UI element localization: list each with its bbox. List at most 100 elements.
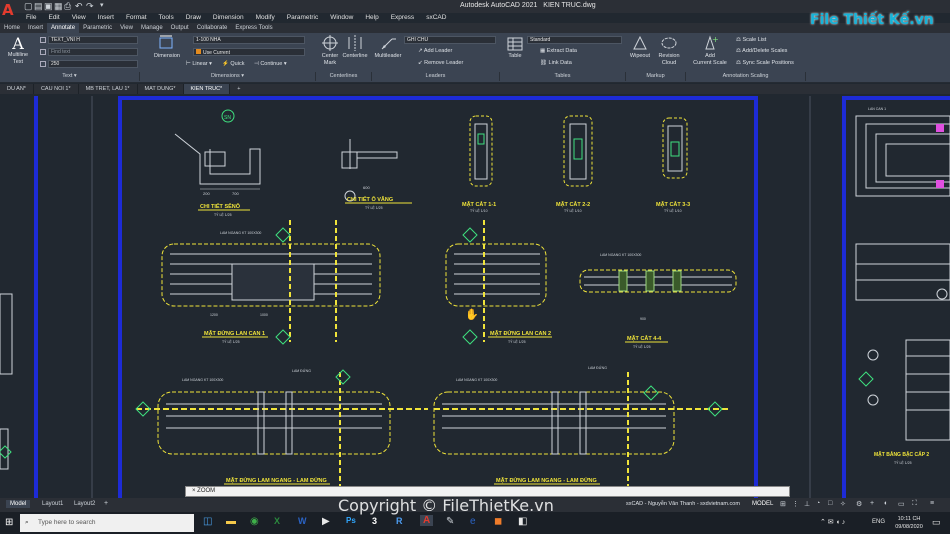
linear-button[interactable]: ⊢ Linear ▾ (186, 61, 212, 67)
text-height-input[interactable]: 250 (48, 60, 138, 68)
doc-tab-cau-noi[interactable]: CAU NOI 1* (34, 84, 79, 94)
pen-icon[interactable]: ✎ (446, 516, 454, 527)
center-mark-button[interactable]: Center Mark (319, 35, 341, 67)
menu-tools[interactable]: Tools (153, 13, 180, 23)
app-orange-icon[interactable]: ◼ (494, 516, 502, 527)
doc-tab-du-an[interactable]: DU AN* (0, 84, 34, 94)
menu-window[interactable]: Window (324, 13, 359, 23)
wipeout-button[interactable]: Wipeout (627, 35, 653, 59)
doc-tab-mat-dung[interactable]: MAT DUNG* (138, 84, 184, 94)
customize-icon[interactable]: ≡ (930, 500, 934, 507)
clock[interactable]: 10:11 CH 09/08/2020 (890, 515, 928, 531)
notification-icon[interactable]: ▭ (932, 517, 941, 528)
excel-icon[interactable]: X (274, 516, 280, 526)
osnap-icon[interactable]: □ (828, 500, 832, 507)
layout1-tab[interactable]: Layout1 (40, 500, 65, 508)
print-icon[interactable]: ⎙ (64, 1, 71, 12)
quick-button[interactable]: ⚡ Quick (222, 61, 244, 67)
hardware-icon[interactable]: ▭ (898, 500, 905, 508)
ie-icon[interactable]: e (470, 516, 476, 527)
snap-icon[interactable]: ⋮ (792, 500, 799, 508)
table-button[interactable]: Table (505, 37, 525, 59)
new-file-icon[interactable]: ▢ (24, 1, 33, 12)
clean-screen-icon[interactable]: ⛶ (912, 500, 917, 508)
drawing-canvas[interactable]: SN 200 700 CHI TIẾT SÊNÔ TỶ LỆ 1/25 600 … (0, 94, 950, 498)
text-style-select[interactable]: TEXT_VNI H (48, 36, 138, 44)
task-view-icon[interactable]: ◫ (203, 516, 212, 527)
menu-sxcad[interactable]: sxCAD (420, 13, 452, 23)
multileader-button[interactable]: Multileader (373, 35, 403, 59)
tab-parametric[interactable]: Parametric (79, 23, 116, 33)
drawing-svg[interactable]: SN 200 700 CHI TIẾT SÊNÔ TỶ LỆ 1/25 600 … (0, 94, 950, 498)
language-indicator[interactable]: ENG (872, 519, 885, 525)
tab-home[interactable]: Home (0, 23, 24, 33)
layout2-tab[interactable]: Layout2 (72, 500, 97, 508)
dimension-button[interactable]: Dimension (152, 35, 182, 59)
menu-file[interactable]: File (20, 13, 42, 23)
tab-manage[interactable]: Manage (137, 23, 167, 33)
dim-layer-select[interactable]: Use Current (193, 48, 305, 56)
doc-tab-kien-truc[interactable]: KIEN TRUC* (183, 84, 231, 94)
tables-group-label[interactable]: Tables (500, 72, 626, 81)
tray-icons[interactable]: ⌃ ✉ ◖ ♪ (820, 518, 845, 526)
save-icon[interactable]: ▣ (44, 1, 53, 12)
multiline-text-button[interactable]: A Multiline Text (4, 35, 32, 66)
menu-express[interactable]: Express (385, 13, 420, 23)
polar-icon[interactable]: ◔ (816, 500, 820, 507)
text-group-label[interactable]: Text ▾ (0, 72, 140, 81)
new-tab-icon[interactable]: + (230, 84, 247, 94)
tab-annotate[interactable]: Annotate (47, 23, 80, 33)
open-file-icon[interactable]: ▤ (34, 1, 43, 12)
add-leader-button[interactable]: ↗ Add Leader (418, 48, 452, 54)
photoshop-icon[interactable]: Ps (346, 516, 356, 525)
model-space-toggle[interactable]: MODEL (752, 501, 773, 507)
isolate-icon[interactable]: ◐ (884, 500, 888, 507)
leader-style-select[interactable]: GHI CHU (404, 36, 496, 44)
continue-button[interactable]: ⊣ Continue ▾ (254, 61, 287, 67)
tab-view[interactable]: View (116, 23, 137, 33)
workspace-icon[interactable]: ⚙ (856, 500, 862, 508)
taskbar-search-input[interactable]: ⌕ Type here to search (20, 514, 194, 532)
link-data-button[interactable]: ⛓ Link Data (540, 60, 572, 66)
scale-list-button[interactable]: ⚖ Scale List (736, 37, 766, 43)
chrome-icon[interactable]: ◉ (250, 516, 259, 527)
word-icon[interactable]: W (298, 516, 307, 526)
menu-help[interactable]: Help (359, 13, 384, 23)
sync-scale-positions-button[interactable]: ⚖ Sync Scale Positions (736, 60, 794, 66)
quick-access-dropdown-icon[interactable]: ▾ (100, 1, 104, 9)
annotation-icon[interactable]: ✧ (840, 500, 846, 508)
add-layout-icon[interactable]: + (104, 500, 108, 507)
leaders-group-label[interactable]: Leaders (372, 72, 500, 81)
save-as-icon[interactable]: ▦ (54, 1, 63, 12)
3dsmax-icon[interactable]: 3 (372, 516, 377, 526)
tab-output[interactable]: Output (167, 23, 193, 33)
menu-format[interactable]: Format (120, 13, 153, 23)
menu-edit[interactable]: Edit (42, 13, 65, 23)
autocad-taskbar-icon[interactable]: A (420, 515, 434, 526)
undo-icon[interactable]: ↶ (75, 1, 83, 12)
table-style-select[interactable]: Standard (527, 36, 622, 44)
menu-view[interactable]: View (66, 13, 92, 23)
ortho-icon[interactable]: ⊥ (804, 500, 810, 508)
tab-express-tools[interactable]: Express Tools (231, 23, 276, 33)
redo-icon[interactable]: ↷ (86, 1, 94, 12)
remove-leader-button[interactable]: ↙ Remove Leader (418, 60, 463, 66)
tab-collaborate[interactable]: Collaborate (193, 23, 232, 33)
units-icon[interactable]: + (870, 500, 874, 507)
find-text-input[interactable]: Find text (48, 48, 138, 56)
dim-style-select[interactable]: 1-100 NHA (193, 36, 305, 44)
add-current-scale-button[interactable]: + Add Current Scale (692, 35, 728, 67)
doc-tab-mb-tret[interactable]: MB TRET, LAU 1* (79, 84, 138, 94)
tab-insert[interactable]: Insert (24, 23, 47, 33)
media-icon[interactable]: ▶ (322, 516, 330, 527)
revision-cloud-button[interactable]: Revision Cloud (655, 35, 683, 67)
menu-parametric[interactable]: Parametric (281, 13, 324, 23)
grid-icon[interactable]: ⊞ (780, 500, 786, 508)
menu-dimension[interactable]: Dimension (207, 13, 250, 23)
menu-modify[interactable]: Modify (250, 13, 281, 23)
windows-start-icon[interactable]: ⊞ (5, 517, 13, 528)
centerline-button[interactable]: Centerline (341, 35, 369, 59)
menu-insert[interactable]: Insert (92, 13, 120, 23)
model-tab[interactable]: Model (6, 500, 31, 508)
dimensions-group-label[interactable]: Dimensions ▾ (140, 72, 316, 81)
